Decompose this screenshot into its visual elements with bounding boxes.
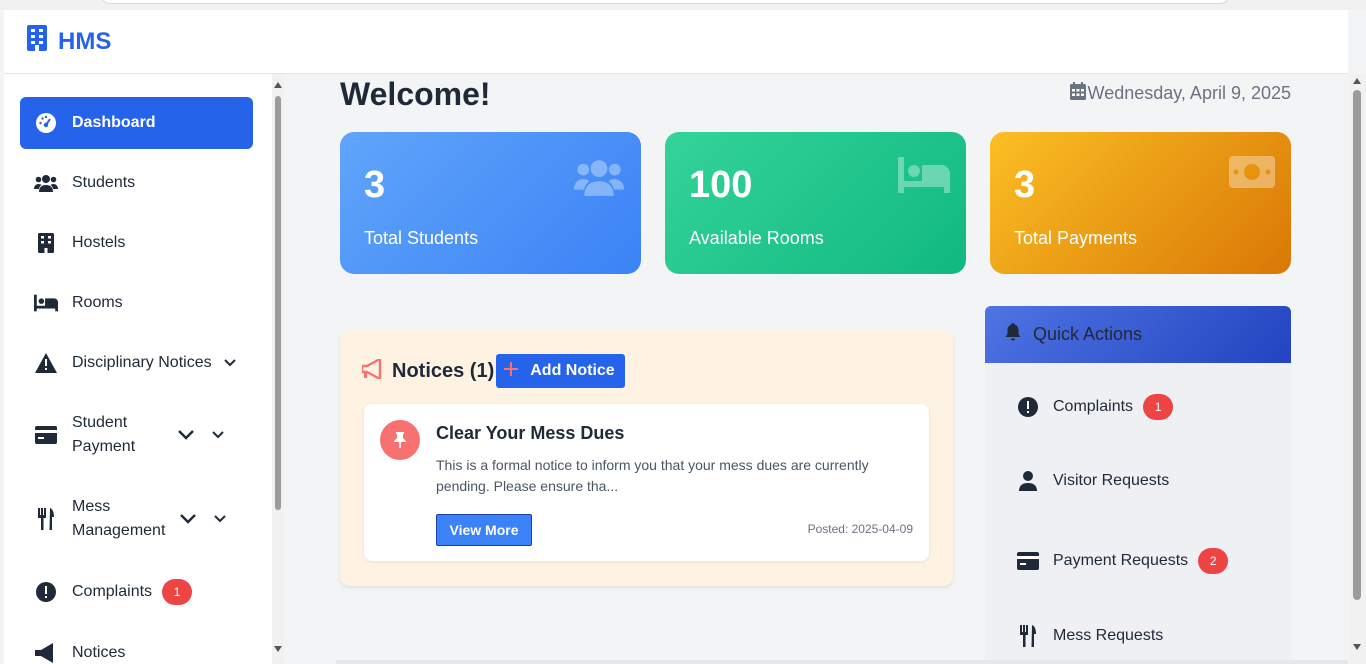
view-more-button[interactable]: View More [436,514,532,546]
chevron-down-icon[interactable] [212,511,228,527]
stat-value: 3 [1014,164,1036,206]
payment-requests-badge: 2 [1198,548,1229,574]
scroll-up-arrow-icon[interactable] [274,82,282,88]
divider [336,660,1348,664]
chevron-down-icon[interactable] [210,427,226,443]
notices-panel: Notices (1) Add Notice Clear Your Mess D… [340,330,953,586]
stat-card-rooms[interactable]: 100 Available Rooms [665,132,966,274]
chevron-down-icon[interactable] [178,427,194,443]
chevron-down-icon[interactable] [222,355,238,371]
sidebar-item-notices[interactable]: Notices [20,641,253,664]
scrollbar-thumb[interactable] [275,96,281,510]
quick-actions-header: Quick Actions [985,306,1291,363]
sidebar-item-label: Dashboard [72,114,156,131]
stat-label: Available Rooms [689,228,824,248]
users-icon [573,156,625,203]
notice-body: This is a formal notice to inform you th… [436,457,869,494]
address-bar-edge [100,0,1230,4]
main-content: Welcome! Wednesday, April 9, 2025 3 Tota… [316,74,1314,664]
sidebar-item-label: Complaints [72,583,153,600]
utensils-icon [34,507,58,531]
chevron-down-icon[interactable] [180,511,196,527]
browser-strip [0,0,1366,10]
complaints-badge: 1 [1143,394,1174,420]
sidebar-item-label: Mess Management [72,498,166,539]
credit-card-icon [1017,552,1039,570]
gauge-icon [34,111,58,135]
quick-action-visitor-requests[interactable]: Visitor Requests [1017,471,1169,491]
user-icon [1017,471,1039,491]
sidebar-item-hostels[interactable]: Hostels [20,231,253,255]
users-icon [34,171,58,195]
bed-icon [34,291,58,315]
stat-label: Total Students [364,228,479,248]
quick-action-label: Visitor Requests [1053,472,1170,489]
add-notice-label: Add Notice [530,362,615,379]
warning-icon [34,351,58,375]
building-icon [34,231,58,255]
sidebar-item-complaints[interactable]: Complaints 1 [20,579,253,605]
page-title: Welcome! [340,76,491,112]
plus-icon [504,361,519,381]
utensils-icon [1017,625,1039,647]
brand[interactable]: HMS [26,25,111,58]
sidebar-item-mess-management[interactable]: Mess Management [20,495,253,543]
megaphone-icon [360,356,384,384]
sidebar-item-dashboard[interactable]: Dashboard [20,97,253,149]
add-notice-button[interactable]: Add Notice [496,354,625,388]
stat-value: 100 [689,164,753,206]
quick-action-payment-requests[interactable]: Payment Requests 2 [1017,548,1229,574]
notice-posted-date: Posted: 2025-04-09 [807,522,913,536]
sidebar-item-label: Disciplinary Notices [72,354,212,371]
current-date: Wednesday, April 9, 2025 [1069,82,1291,105]
notices-title: Notices (1) [392,359,495,382]
sidebar-item-student-payment[interactable]: Student Payment [20,411,253,459]
sidebar: Dashboard Students Hostels Rooms Discipl [4,74,284,664]
quick-actions-panel: Quick Actions Complaints 1 Visitor Reque… [985,306,1291,664]
sidebar-item-label: Hostels [72,234,126,251]
sidebar-scrollbar[interactable] [272,74,284,664]
stat-value: 3 [364,164,386,206]
sidebar-item-label: Rooms [72,294,123,311]
brand-name: HMS [58,27,112,55]
scroll-up-arrow-icon[interactable] [1353,78,1361,84]
scrollbar-thumb[interactable] [1353,90,1361,600]
notice-card: Clear Your Mess Dues This is a formal no… [364,404,929,561]
stat-card-payments[interactable]: 3 Total Payments [990,132,1291,274]
credit-card-icon [34,423,58,447]
megaphone-icon [34,641,58,664]
quick-action-complaints[interactable]: Complaints 1 [1017,394,1174,420]
scroll-down-arrow-icon[interactable] [274,646,282,652]
quick-action-mess-requests[interactable]: Mess Requests [1017,625,1163,647]
quick-actions-title: Quick Actions [1033,324,1143,344]
sidebar-item-rooms[interactable]: Rooms [20,291,253,315]
building-icon [26,25,48,58]
bed-icon [898,156,950,199]
stat-card-students[interactable]: 3 Total Students [340,132,641,274]
sidebar-item-label: Students [72,174,136,191]
sidebar-item-students[interactable]: Students [20,171,253,195]
scroll-down-arrow-icon[interactable] [1353,644,1361,650]
notice-title: Clear Your Mess Dues [436,423,625,443]
quick-action-label: Mess Requests [1053,627,1164,644]
sidebar-item-label: Notices [72,644,126,661]
quick-action-label: Complaints [1053,398,1134,415]
complaints-badge: 1 [162,579,193,605]
sidebar-item-disciplinary-notices[interactable]: Disciplinary Notices [20,351,253,375]
app-header: HMS [4,10,1348,74]
sidebar-item-label: Student Payment [72,414,136,455]
calendar-icon [1069,82,1086,105]
page-scrollbar[interactable] [1349,74,1366,664]
quick-action-label: Payment Requests [1053,552,1189,569]
pin-icon [380,420,420,460]
notices-header: Notices (1) Add Notice [360,354,625,388]
exclamation-icon [1017,397,1039,417]
bell-icon [1005,323,1021,346]
money-bill-icon [1229,156,1275,193]
exclamation-icon [34,580,58,604]
date-text: Wednesday, April 9, 2025 [1087,83,1291,103]
stat-label: Total Payments [1014,228,1138,248]
